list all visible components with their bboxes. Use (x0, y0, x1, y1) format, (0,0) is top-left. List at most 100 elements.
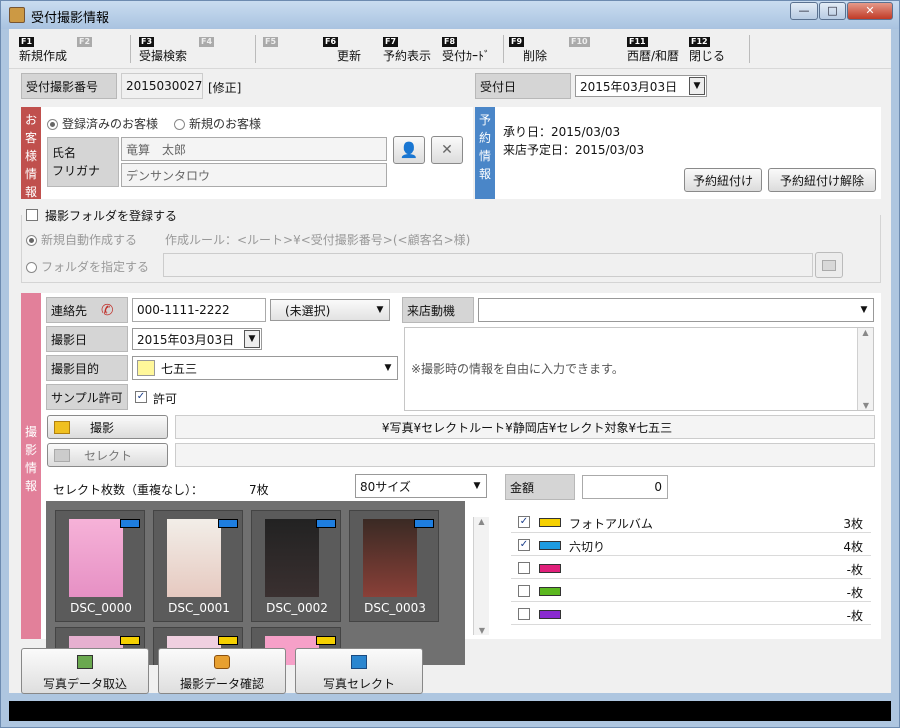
sample-permission-label: サンプル許可 (46, 384, 128, 410)
chevron-down-icon: ▼ (473, 481, 481, 491)
product-checkbox[interactable] (518, 585, 530, 597)
camera-icon (214, 655, 230, 669)
thumbnail-caption: DSC_0000 (70, 601, 132, 615)
thumbnail-caption: DSC_0003 (364, 601, 426, 615)
select-folder-button[interactable]: セレクト (47, 443, 168, 467)
scroll-down-icon[interactable]: ▼ (858, 401, 874, 410)
contact-label-text: 連絡先 (51, 303, 88, 318)
visit-date-text: 来店予定日：2015/03/03 (503, 143, 645, 157)
shoot-tab-label: 撮影情報 (25, 425, 38, 493)
auto-create-label: 新規自動作成する (41, 233, 138, 247)
radio-registered[interactable]: 登録済みのお客様 (47, 115, 158, 132)
memo-textarea[interactable]: ※撮影時の情報を自由に入力できます。 ▲ ▼ (404, 327, 874, 411)
shoot-date-picker[interactable]: 2015年03月03日 ▼ (132, 328, 262, 350)
photo-select-button[interactable]: 写真セレクト (295, 648, 423, 694)
chevron-down-icon[interactable]: ▼ (244, 330, 260, 348)
product-checkbox[interactable] (518, 562, 530, 574)
product-row[interactable]: -枚 (511, 603, 871, 625)
fkey-f3[interactable]: F3 受撮検索 (139, 33, 187, 63)
title-bar: 受付撮影情報 — □ ✕ (1, 1, 899, 29)
product-count: -枚 (846, 586, 863, 600)
thumbnail-item[interactable]: DSC_0001 (153, 510, 243, 622)
product-row[interactable]: -枚 (511, 580, 871, 602)
product-checkbox[interactable]: ✓ (518, 539, 530, 551)
contact-phone-field[interactable]: 000-1111-2222 (132, 298, 266, 322)
visit-reason-select[interactable]: ▼ (478, 298, 874, 322)
customer-furigana-field[interactable]: デンサンタロウ (121, 163, 387, 187)
photo-import-label: 写真データ取込 (42, 677, 127, 691)
sample-permit-checkbox[interactable]: ✓ (135, 391, 147, 403)
radio-registered-label: 登録済みのお客様 (62, 117, 159, 131)
customer-search-button[interactable]: 👤 (393, 136, 425, 164)
fkey-f1[interactable]: F1 新規作成 (19, 33, 67, 63)
fkey-f12[interactable]: F12 閉じる (689, 33, 725, 63)
product-count: -枚 (846, 609, 863, 623)
thumbnail-item[interactable]: DSC_0002 (251, 510, 341, 622)
tag-icon (316, 519, 336, 528)
radio-new[interactable]: 新規のお客様 (174, 115, 261, 132)
fkey-f9[interactable]: F9 削除 (509, 33, 547, 63)
customer-tab-label: お客様情報 (25, 113, 38, 199)
chevron-down-icon[interactable]: ▼ (689, 77, 705, 95)
thumbnail-caption: DSC_0001 (168, 601, 230, 615)
print-size-select[interactable]: 80サイズ ▼ (355, 474, 487, 498)
product-checkbox[interactable]: ✓ (518, 516, 530, 528)
reservation-link-button[interactable]: 予約紐付け (684, 168, 762, 192)
reservation-tab-label: 予約情報 (479, 113, 492, 181)
product-checkbox[interactable] (518, 608, 530, 620)
memo-scrollbar[interactable]: ▲ ▼ (857, 328, 873, 410)
folder-path-field[interactable] (163, 253, 813, 277)
maximize-button[interactable]: □ (819, 2, 846, 20)
fkey-f11[interactable]: F11 西暦/和暦 (627, 33, 679, 63)
radio-new-dot[interactable] (174, 119, 185, 130)
scroll-down-icon[interactable]: ▼ (474, 626, 490, 635)
phone-icon: ✆ (101, 301, 114, 319)
product-row[interactable]: ✓ フォトアルバム 3枚 (511, 511, 871, 533)
thumbnail-scrollbar[interactable]: ▲ ▼ (473, 517, 489, 635)
radio-specify-dot[interactable] (26, 262, 37, 273)
fkey-f10: F10 (569, 37, 590, 47)
shoot-data-confirm-button[interactable]: 撮影データ確認 (158, 648, 286, 694)
product-count: -枚 (846, 563, 863, 577)
fkey-f7[interactable]: F7 予約表示 (383, 33, 431, 63)
reservation-unlink-button[interactable]: 予約紐付け解除 (768, 168, 876, 192)
radio-auto-dot[interactable] (26, 235, 37, 246)
thumbnail-item[interactable]: DSC_0003 (349, 510, 439, 622)
shoot-purpose-label: 撮影目的 (46, 355, 128, 381)
photo-thumbnail (265, 519, 319, 597)
reservation-section-tab: 予約情報 (475, 107, 495, 199)
product-row[interactable]: ✓ 六切り 4枚 (511, 534, 871, 556)
minimize-button[interactable]: — (790, 2, 818, 20)
close-button[interactable]: ✕ (847, 2, 893, 20)
product-color-tag (539, 587, 561, 596)
scroll-up-icon[interactable]: ▲ (474, 517, 489, 526)
contact-type-select[interactable]: (未選択) ▼ (270, 299, 390, 321)
thumbnail-grid[interactable]: DSC_0000 DSC_0001 DSC_0002 DSC_0003 (46, 501, 465, 665)
tag-icon (414, 519, 434, 528)
film-import-icon (77, 655, 93, 669)
radio-auto-create[interactable]: 新規自動作成する (26, 231, 137, 248)
scroll-up-icon[interactable]: ▲ (858, 328, 873, 337)
photo-thumbnail (167, 519, 221, 597)
fkey-f8[interactable]: F8 受付ｶｰﾄﾞ (442, 33, 490, 63)
thumbnail-item[interactable]: DSC_0000 (55, 510, 145, 622)
reception-date-picker[interactable]: 2015年03月03日 ▼ (575, 75, 707, 97)
shoot-folder-button[interactable]: 撮影 (47, 415, 168, 439)
tag-icon (218, 636, 238, 645)
product-color-tag (539, 610, 561, 619)
radio-specify-folder[interactable]: フォルダを指定する (26, 258, 149, 275)
shoot-purpose-select[interactable]: 七五三 ▼ (132, 356, 398, 380)
radio-registered-dot[interactable] (47, 119, 58, 130)
product-row[interactable]: -枚 (511, 557, 871, 579)
shoot-data-confirm-label: 撮影データ確認 (179, 677, 264, 691)
amount-label: 金額 (505, 474, 575, 500)
customer-name-field[interactable]: 竜算 太郎 (121, 137, 387, 161)
customer-clear-button[interactable]: ✕ (431, 136, 463, 164)
visit-reason-label: 来店動機 (402, 297, 474, 323)
folder-browse-button[interactable] (815, 252, 843, 278)
photo-import-button[interactable]: 写真データ取込 (21, 648, 149, 694)
app-icon (9, 7, 25, 23)
amount-field[interactable]: 0 (582, 475, 668, 499)
tag-icon (218, 519, 238, 528)
fkey-f6[interactable]: F6 更新 (323, 33, 361, 63)
